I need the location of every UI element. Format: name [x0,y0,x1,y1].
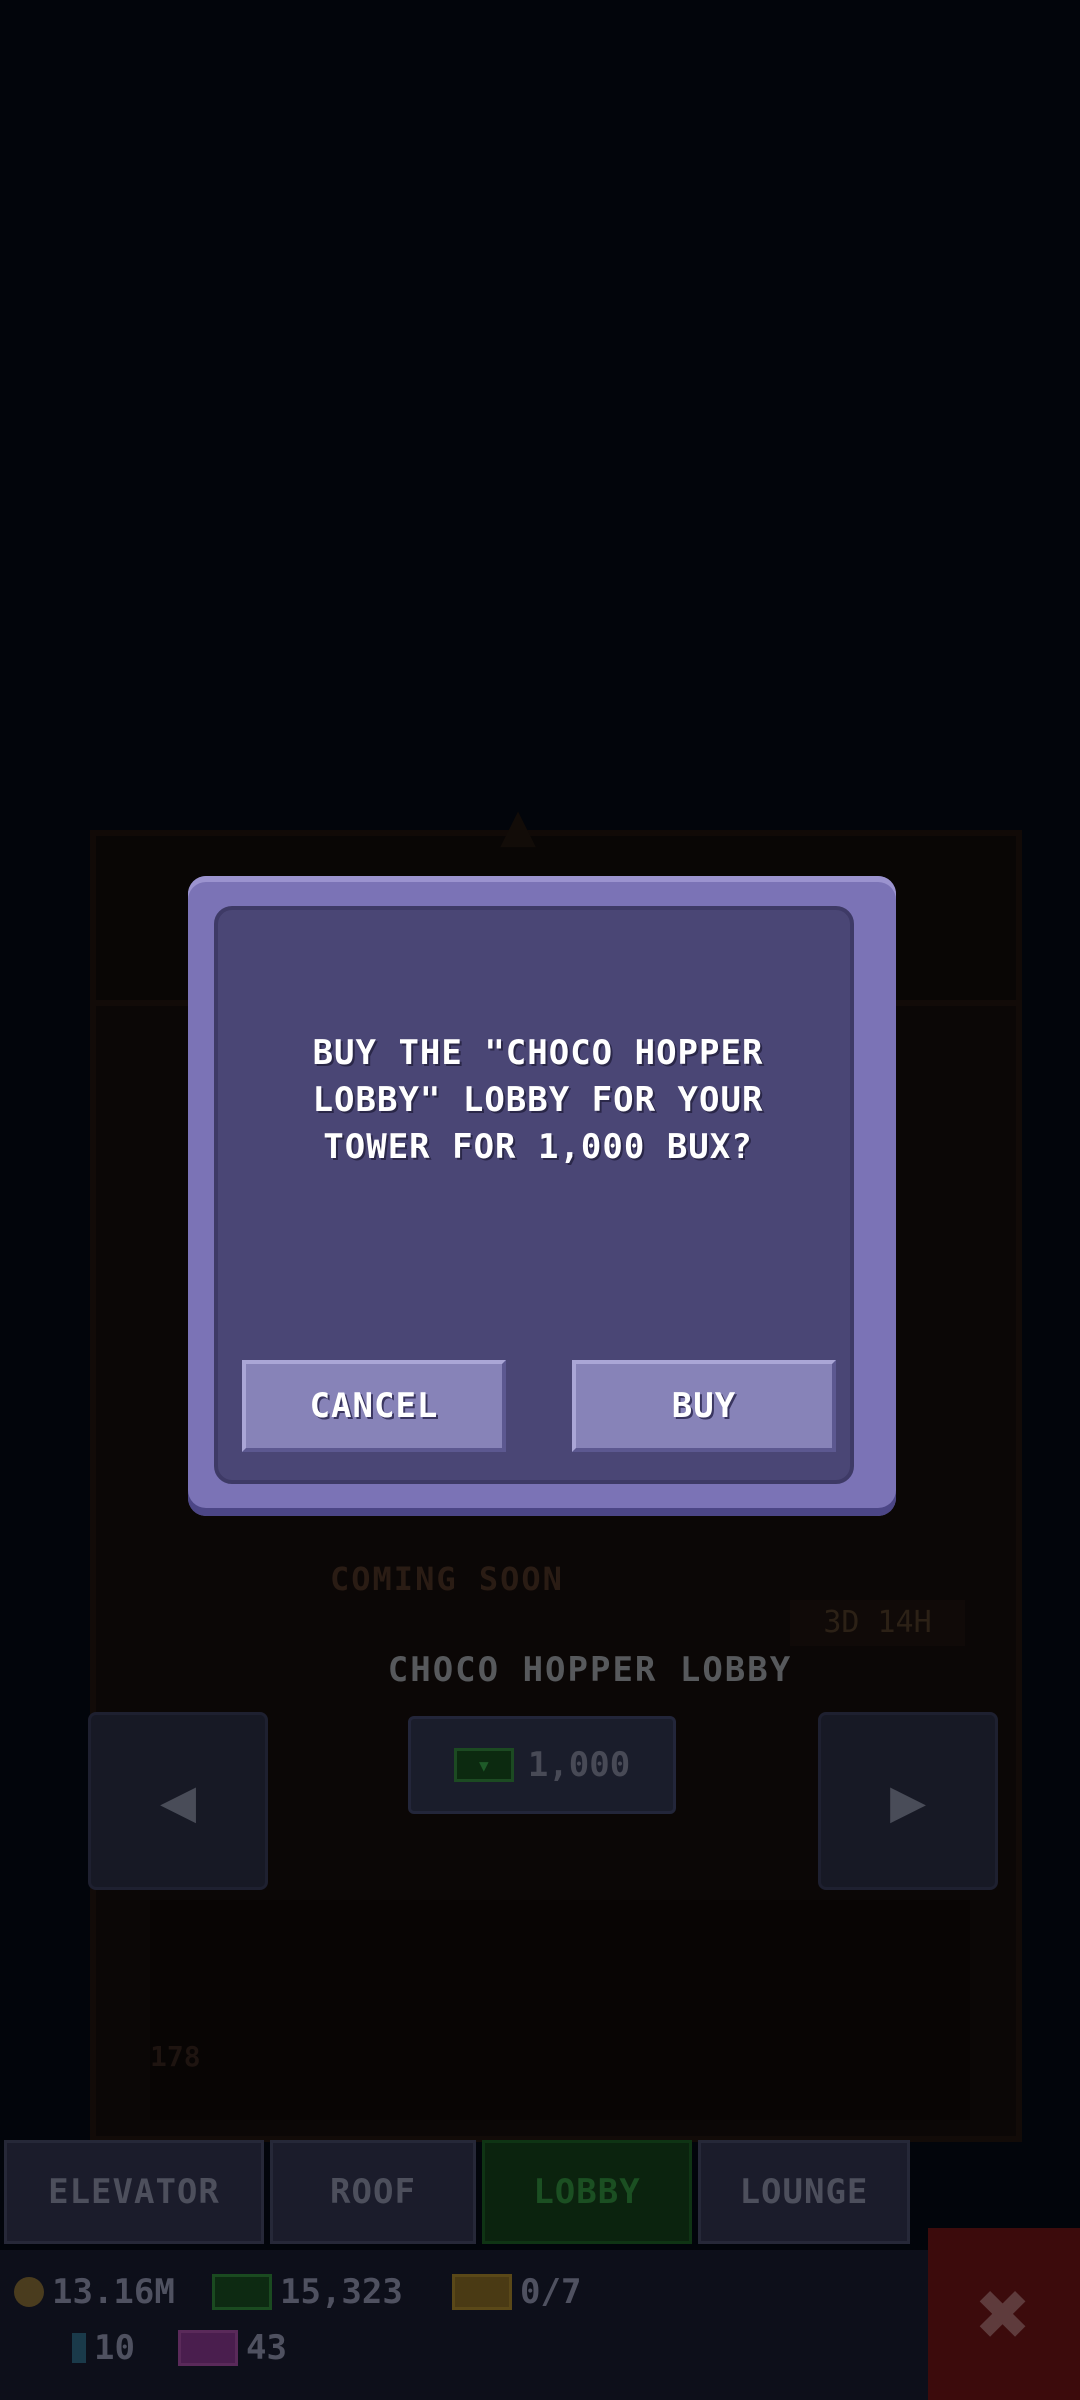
buy-button[interactable]: BUY [572,1360,836,1452]
tickets-value: 0/7 [520,2272,582,2312]
coming-soon-label: COMING SOON [330,1560,564,1598]
coin-icon [14,2277,44,2307]
event-timer: 3D 14H [790,1600,965,1646]
floor-number: 178 [150,2040,201,2073]
bux-icon: ▼ [453,1748,514,1782]
gems-value: 10 [94,2328,135,2368]
lobby-floor-preview [150,1900,970,2120]
bird-icon: ▲ [500,790,537,860]
bux-value: 15,323 [280,2272,403,2312]
tv-icon [178,2330,238,2366]
category-tab-bar: ELEVATOR ROOF LOBBY LOUNGE [0,2138,1080,2244]
tv-stat: 43 [178,2328,287,2368]
tab-lounge[interactable]: LOUNGE [698,2140,910,2244]
previous-skin-button[interactable]: ◀ [88,1712,268,1890]
dialog-message: BUY THE "CHOCO HOPPER LOBBY" LOBBY FOR Y… [312,1033,764,1167]
price-label: 1,000 [527,1745,631,1785]
gem-icon [72,2333,86,2363]
currency-status-bar: 13.16M 15,323 0/7 10 43 [0,2250,928,2400]
cancel-button[interactable]: CANCEL [242,1360,506,1452]
bux-stat: 15,323 [212,2272,403,2312]
coins-value: 13.16M [52,2272,175,2312]
lobby-skin-name: CHOCO HOPPER LOBBY [387,1650,793,1690]
bux-icon [212,2274,272,2310]
gems-stat: 10 [72,2328,135,2368]
dialog-panel: BUY THE "CHOCO HOPPER LOBBY" LOBBY FOR Y… [214,906,854,1484]
close-icon: ✖ [976,2261,1032,2367]
purchase-confirm-dialog: BUY THE "CHOCO HOPPER LOBBY" LOBBY FOR Y… [188,876,896,1516]
tab-lobby[interactable]: LOBBY [482,2140,692,2244]
coins-stat: 13.16M [14,2272,175,2312]
ticket-icon [452,2274,512,2310]
arrow-left-icon: ◀ [159,1766,197,1836]
arrow-right-icon: ▶ [889,1766,927,1836]
tv-value: 43 [246,2328,287,2368]
tab-roof[interactable]: ROOF [270,2140,476,2244]
close-button[interactable]: ✖ [928,2228,1080,2400]
tab-elevator[interactable]: ELEVATOR [4,2140,264,2244]
tickets-stat: 0/7 [452,2272,581,2312]
price-button[interactable]: ▼ 1,000 [408,1716,676,1814]
next-skin-button[interactable]: ▶ [818,1712,998,1890]
